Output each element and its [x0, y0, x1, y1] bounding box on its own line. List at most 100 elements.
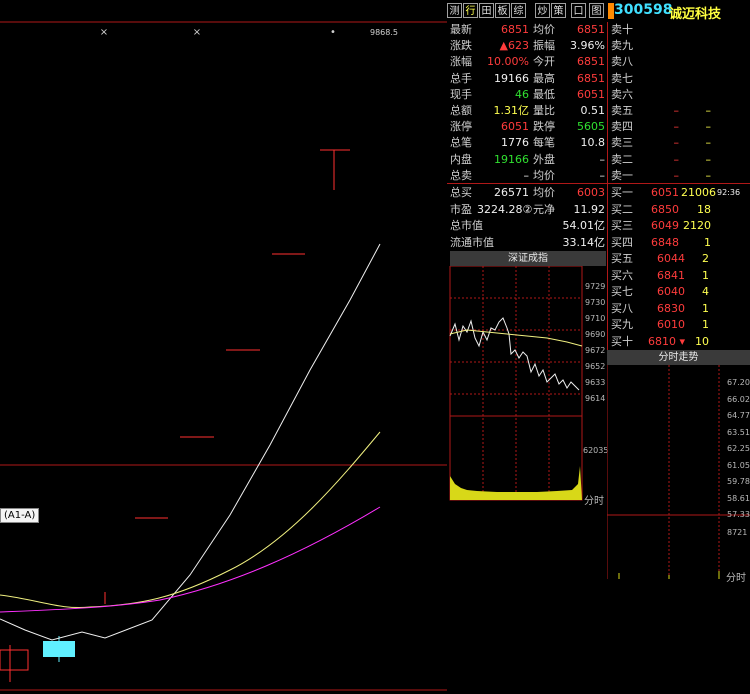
depth-extra: 92:36: [717, 188, 741, 197]
quote-row: 涨幅 10.00% 今开 6851 卖八: [447, 54, 750, 70]
quote-value: 6051: [501, 120, 529, 134]
quote-label: 总笔: [450, 136, 472, 150]
depth-price: 6850: [651, 202, 679, 216]
depth-price: –: [673, 152, 680, 166]
depth-price: –: [673, 136, 680, 150]
index-volume-label: 62035: [583, 446, 609, 455]
depth-price: 6830: [657, 301, 685, 315]
quote-label: 内盘: [450, 152, 472, 166]
quote-value: 3.96%: [570, 39, 605, 53]
quote-value: 6851: [501, 23, 529, 36]
quote-value: 19166: [494, 71, 529, 85]
indicator-label: (A1-A): [4, 510, 36, 521]
kline-svg: × × • 9868.5: [0, 21, 447, 691]
quote-label: 总额: [450, 104, 472, 117]
index-tick-label: 9729: [585, 282, 606, 291]
quote-label: 量比: [533, 104, 555, 117]
depth-row: 买八 6830 1: [607, 301, 750, 317]
depth-price: 6810 ▾: [647, 334, 685, 348]
quote-row: 总笔 1776 每笔 10.8 卖三 – –: [447, 135, 750, 151]
quote-row: 总额 1.31亿 量比 0.51 卖五 – –: [447, 103, 750, 119]
depth-row: 买七 6040 4: [607, 284, 750, 300]
timeshare-volume-label: 8721: [727, 528, 748, 537]
timeshare-tick-label: 58.61: [727, 493, 750, 503]
quote-label: 每笔: [533, 136, 555, 150]
index-tick-label: 9652: [585, 362, 606, 371]
quote-label: 外盘: [533, 152, 555, 166]
toolbar: 测 行 田 板 综 炒 策 口 图 300598 诚迈科技: [447, 0, 750, 22]
quote-label: 振幅: [533, 39, 555, 53]
toolbar-btn-5[interactable]: 综: [511, 3, 526, 18]
toolbar-btn-2[interactable]: 行: [463, 3, 478, 18]
depth-label: 买三: [611, 219, 633, 232]
depth-price: –: [673, 120, 680, 134]
depth-volume: 1: [702, 268, 709, 282]
quote-row: 总手 19166 最高 6851 卖七: [447, 71, 750, 87]
quote-label: 跌停: [533, 120, 555, 134]
quote-value: 54.01亿: [562, 219, 606, 232]
depth-volume: 1: [702, 318, 709, 331]
timeshare-panel-title[interactable]: 分时走势: [607, 350, 750, 365]
toolbar-btn-6[interactable]: 炒: [535, 3, 550, 18]
toolbar-btn-3[interactable]: 田: [479, 3, 494, 18]
quote-value: 6003: [577, 186, 605, 199]
depth-label: 卖一: [611, 168, 633, 182]
svg-text:×: ×: [100, 27, 108, 38]
chart-top-label: 9868.5: [370, 28, 398, 37]
depth-row: 买九 6010 1: [607, 317, 750, 333]
quote-label: 总手: [450, 71, 472, 85]
quote-row: 总买 26571 均价 6003 买一 6051 21006 92:36: [447, 185, 750, 201]
depth-label: 卖八: [611, 55, 633, 69]
quote-value: 10.8: [580, 136, 606, 150]
quote-label: 最高: [533, 71, 555, 85]
svg-text:×: ×: [193, 27, 201, 38]
quote-label: 均价: [533, 23, 555, 36]
quote-label: 今开: [533, 55, 555, 69]
depth-label: 卖十: [611, 23, 633, 36]
quote-value: 1776: [501, 136, 529, 150]
depth-volume: –: [705, 168, 712, 182]
depth-volume: –: [705, 136, 712, 150]
quote-value: 19166: [494, 152, 529, 166]
stock-code: 300598: [614, 2, 673, 18]
toolbar-btn-4[interactable]: 板: [495, 3, 510, 18]
index-tick-label: 9690: [585, 330, 606, 339]
depth-volume: 10: [695, 334, 709, 348]
quote-label: 市盈: [450, 202, 472, 216]
kline-chart[interactable]: × × • 9868.5 (A1-A): [0, 0, 447, 694]
quote-row: 涨跌 ▲623 振幅 3.96% 卖九: [447, 38, 750, 54]
timeshare-tick-label: 61.05: [727, 460, 750, 470]
depth-label: 卖五: [611, 104, 633, 117]
toolbar-btn-8[interactable]: 口: [571, 3, 586, 18]
quote-label: 流通市值: [450, 235, 494, 249]
divider: [447, 183, 750, 184]
quote-label: 元净: [533, 202, 555, 216]
depth-label: 买一: [611, 186, 633, 199]
depth-price: –: [673, 168, 680, 182]
depth-label: 买五: [611, 252, 633, 265]
timeshare-tick-label: 66.02: [727, 394, 750, 404]
quote-label: 最新: [450, 23, 472, 36]
toolbar-btn-1[interactable]: 测: [447, 3, 462, 18]
timeshare-tick-label: 57.33: [727, 510, 750, 519]
depth-label: 买七: [611, 285, 633, 298]
depth-volume: 21006: [681, 186, 716, 199]
quote-label: 涨跌: [450, 39, 472, 53]
depth-label: 卖七: [611, 71, 633, 85]
quote-value: 33.14亿: [562, 235, 606, 249]
quote-label: 总市值: [450, 219, 483, 232]
svg-text:•: •: [330, 27, 336, 38]
quote-value: 46: [515, 87, 529, 101]
timeshare-tick-label: 59.78: [727, 477, 750, 486]
index-tick-label: 9730: [585, 298, 606, 307]
index-chart: [449, 266, 583, 501]
quote-row: 现手 46 最低 6051 卖六: [447, 87, 750, 103]
depth-price: 6051: [651, 186, 679, 199]
toolbar-btn-9[interactable]: 图: [589, 3, 604, 18]
index-panel-title[interactable]: 深证成指: [450, 251, 606, 266]
depth-label: 卖三: [611, 136, 633, 150]
quote-row: 市盈 3224.28② 元净 11.92 买二 6850 18: [447, 202, 750, 218]
depth-label: 卖六: [611, 87, 633, 101]
toolbar-btn-7[interactable]: 策: [551, 3, 566, 18]
depth-label: 卖二: [611, 152, 633, 166]
